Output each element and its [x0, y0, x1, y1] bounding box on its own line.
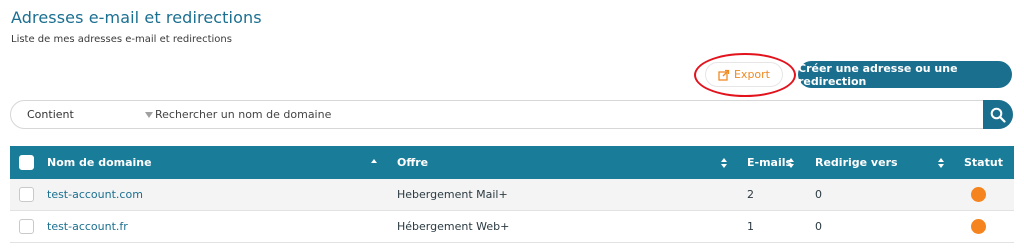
- column-label-status: Statut: [964, 156, 1003, 169]
- select-all-checkbox[interactable]: [19, 155, 34, 170]
- search-bar: Contient: [10, 100, 1013, 129]
- column-header-domain[interactable]: Nom de domaine: [47, 146, 152, 179]
- column-header-redirects[interactable]: Redirige vers: [815, 146, 898, 179]
- column-label-emails: E-mails: [747, 156, 793, 169]
- search-button[interactable]: [983, 100, 1013, 129]
- emails-count: 1: [747, 220, 754, 233]
- search-input[interactable]: [155, 101, 975, 128]
- offer-text: Hébergement Web+: [397, 220, 510, 233]
- status-indicator: [971, 219, 986, 234]
- row-checkbox[interactable]: [19, 219, 34, 234]
- column-header-emails[interactable]: E-mails: [747, 146, 792, 179]
- sort-icon[interactable]: [788, 158, 795, 168]
- page-title: Adresses e-mail et redirections: [11, 8, 262, 27]
- sort-icon[interactable]: [721, 158, 728, 168]
- filter-select[interactable]: Contient: [27, 101, 153, 128]
- column-label-domain: Nom de domaine: [47, 156, 152, 169]
- export-icon: [718, 69, 730, 81]
- table-row[interactable]: test-account.com Hebergement Mail+ 2 0: [10, 179, 1014, 211]
- sort-asc-icon[interactable]: [371, 159, 377, 163]
- export-area: Export: [694, 53, 796, 97]
- domain-link[interactable]: test-account.com: [47, 188, 143, 201]
- filter-value: Contient: [27, 108, 74, 121]
- redirects-count: 0: [815, 188, 822, 201]
- chevron-down-icon: [145, 112, 153, 118]
- create-address-button[interactable]: Créer une adresse ou une redirection: [798, 61, 1012, 88]
- sort-icon[interactable]: [938, 158, 945, 168]
- offer-text: Hebergement Mail+: [397, 188, 508, 201]
- column-header-offer[interactable]: Offre: [397, 146, 428, 179]
- table-row[interactable]: test-account.fr Hébergement Web+ 1 0: [10, 211, 1014, 243]
- search-icon: [990, 107, 1006, 123]
- column-label-offer: Offre: [397, 156, 429, 169]
- domains-table: Nom de domaine Offre E-mails Redirige ve…: [10, 146, 1014, 243]
- column-label-redirects: Redirige vers: [815, 156, 898, 169]
- export-label: Export: [733, 68, 770, 81]
- domain-link[interactable]: test-account.fr: [47, 220, 128, 233]
- export-button[interactable]: Export: [705, 62, 783, 87]
- table-header: Nom de domaine Offre E-mails Redirige ve…: [10, 146, 1014, 179]
- status-indicator: [971, 187, 986, 202]
- row-checkbox[interactable]: [19, 187, 34, 202]
- column-header-status: Statut: [964, 146, 1003, 179]
- redirects-count: 0: [815, 220, 822, 233]
- emails-count: 2: [747, 188, 754, 201]
- page-subtitle: Liste de mes adresses e-mail et redirect…: [11, 34, 232, 45]
